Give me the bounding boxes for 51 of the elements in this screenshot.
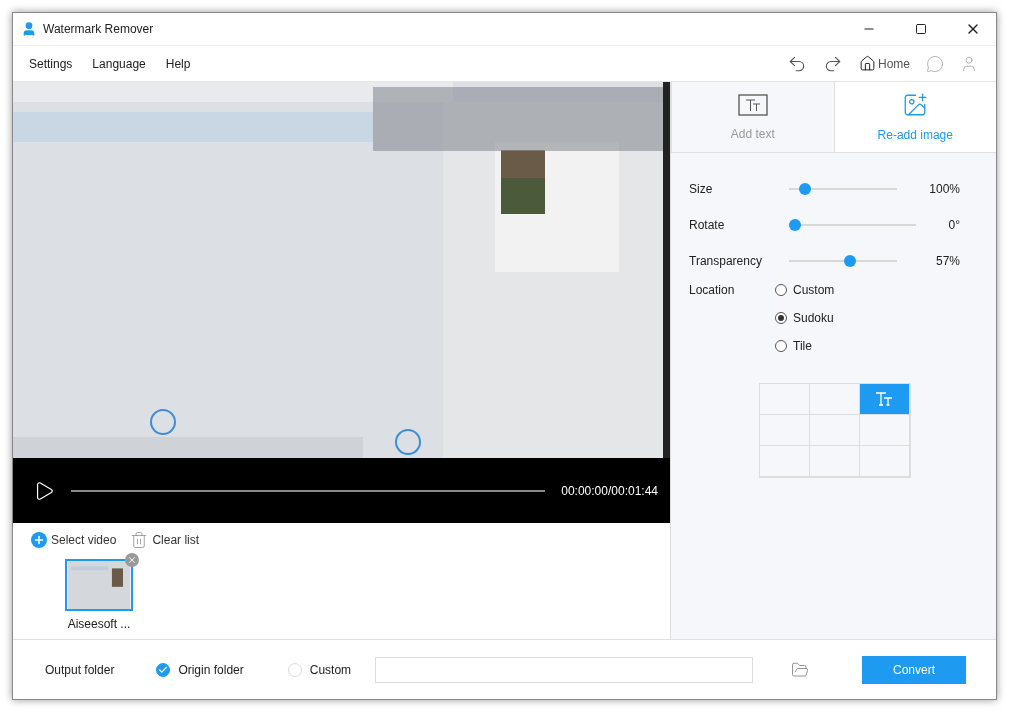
file-name: Aiseesoft ... bbox=[67, 617, 131, 631]
home-button[interactable]: Home bbox=[851, 55, 918, 72]
menu-item[interactable]: Settings bbox=[19, 56, 83, 71]
setting-label: Location bbox=[689, 283, 736, 299]
menu-item[interactable]: Help bbox=[155, 56, 201, 71]
setting-label: Rotate bbox=[689, 218, 726, 232]
plus-icon bbox=[31, 532, 47, 548]
maximize-icon bbox=[915, 23, 927, 35]
clear-list-button[interactable]: Clear list bbox=[130, 531, 200, 549]
setting-label: Transparency bbox=[689, 254, 763, 268]
position-cell[interactable] bbox=[759, 446, 810, 477]
radio-option[interactable]: Custom bbox=[287, 662, 352, 677]
text-icon bbox=[874, 391, 894, 407]
progress-bar[interactable] bbox=[71, 489, 546, 492]
select-video-button[interactable]: Select video bbox=[31, 532, 117, 548]
radio-option[interactable]: Sudoku bbox=[775, 311, 835, 325]
folder-icon bbox=[791, 660, 810, 679]
user-icon bbox=[960, 54, 978, 73]
position-cell[interactable] bbox=[859, 415, 910, 446]
text-box-icon bbox=[736, 93, 769, 117]
setting-label: Size bbox=[689, 182, 714, 196]
image-icon bbox=[902, 92, 929, 118]
remove-button[interactable] bbox=[125, 553, 139, 567]
radio-option[interactable]: Tile bbox=[775, 339, 835, 353]
slider[interactable] bbox=[789, 183, 897, 195]
path-field[interactable] bbox=[375, 656, 754, 683]
trash-icon bbox=[130, 531, 149, 549]
output-label: Output folder bbox=[45, 662, 115, 677]
position-cell[interactable] bbox=[809, 415, 860, 446]
position-cell[interactable] bbox=[759, 384, 810, 415]
app-icon bbox=[21, 21, 37, 37]
check-icon bbox=[158, 664, 169, 675]
position-cell[interactable] bbox=[859, 446, 910, 477]
setting-value: 100% bbox=[929, 182, 960, 196]
home-icon bbox=[859, 55, 876, 72]
window-title: Watermark Remover bbox=[43, 22, 155, 36]
position-cell[interactable] bbox=[759, 415, 810, 446]
position-cell[interactable] bbox=[809, 446, 860, 477]
radio-option[interactable]: Custom bbox=[775, 283, 835, 297]
slider[interactable] bbox=[789, 255, 897, 267]
position-cell[interactable] bbox=[859, 384, 910, 415]
chat-icon bbox=[926, 54, 944, 73]
radio-option[interactable]: Origin folder bbox=[156, 662, 244, 677]
slider[interactable] bbox=[789, 219, 916, 231]
time-readout: 00:00:00/00:01:44 bbox=[561, 483, 658, 498]
position-cell[interactable] bbox=[809, 384, 860, 415]
close-icon bbox=[127, 555, 137, 565]
menu-item[interactable]: Language bbox=[82, 56, 156, 71]
setting-value: 57% bbox=[935, 254, 960, 268]
setting-value: 0° bbox=[948, 218, 960, 232]
folder-button[interactable] bbox=[791, 660, 810, 679]
